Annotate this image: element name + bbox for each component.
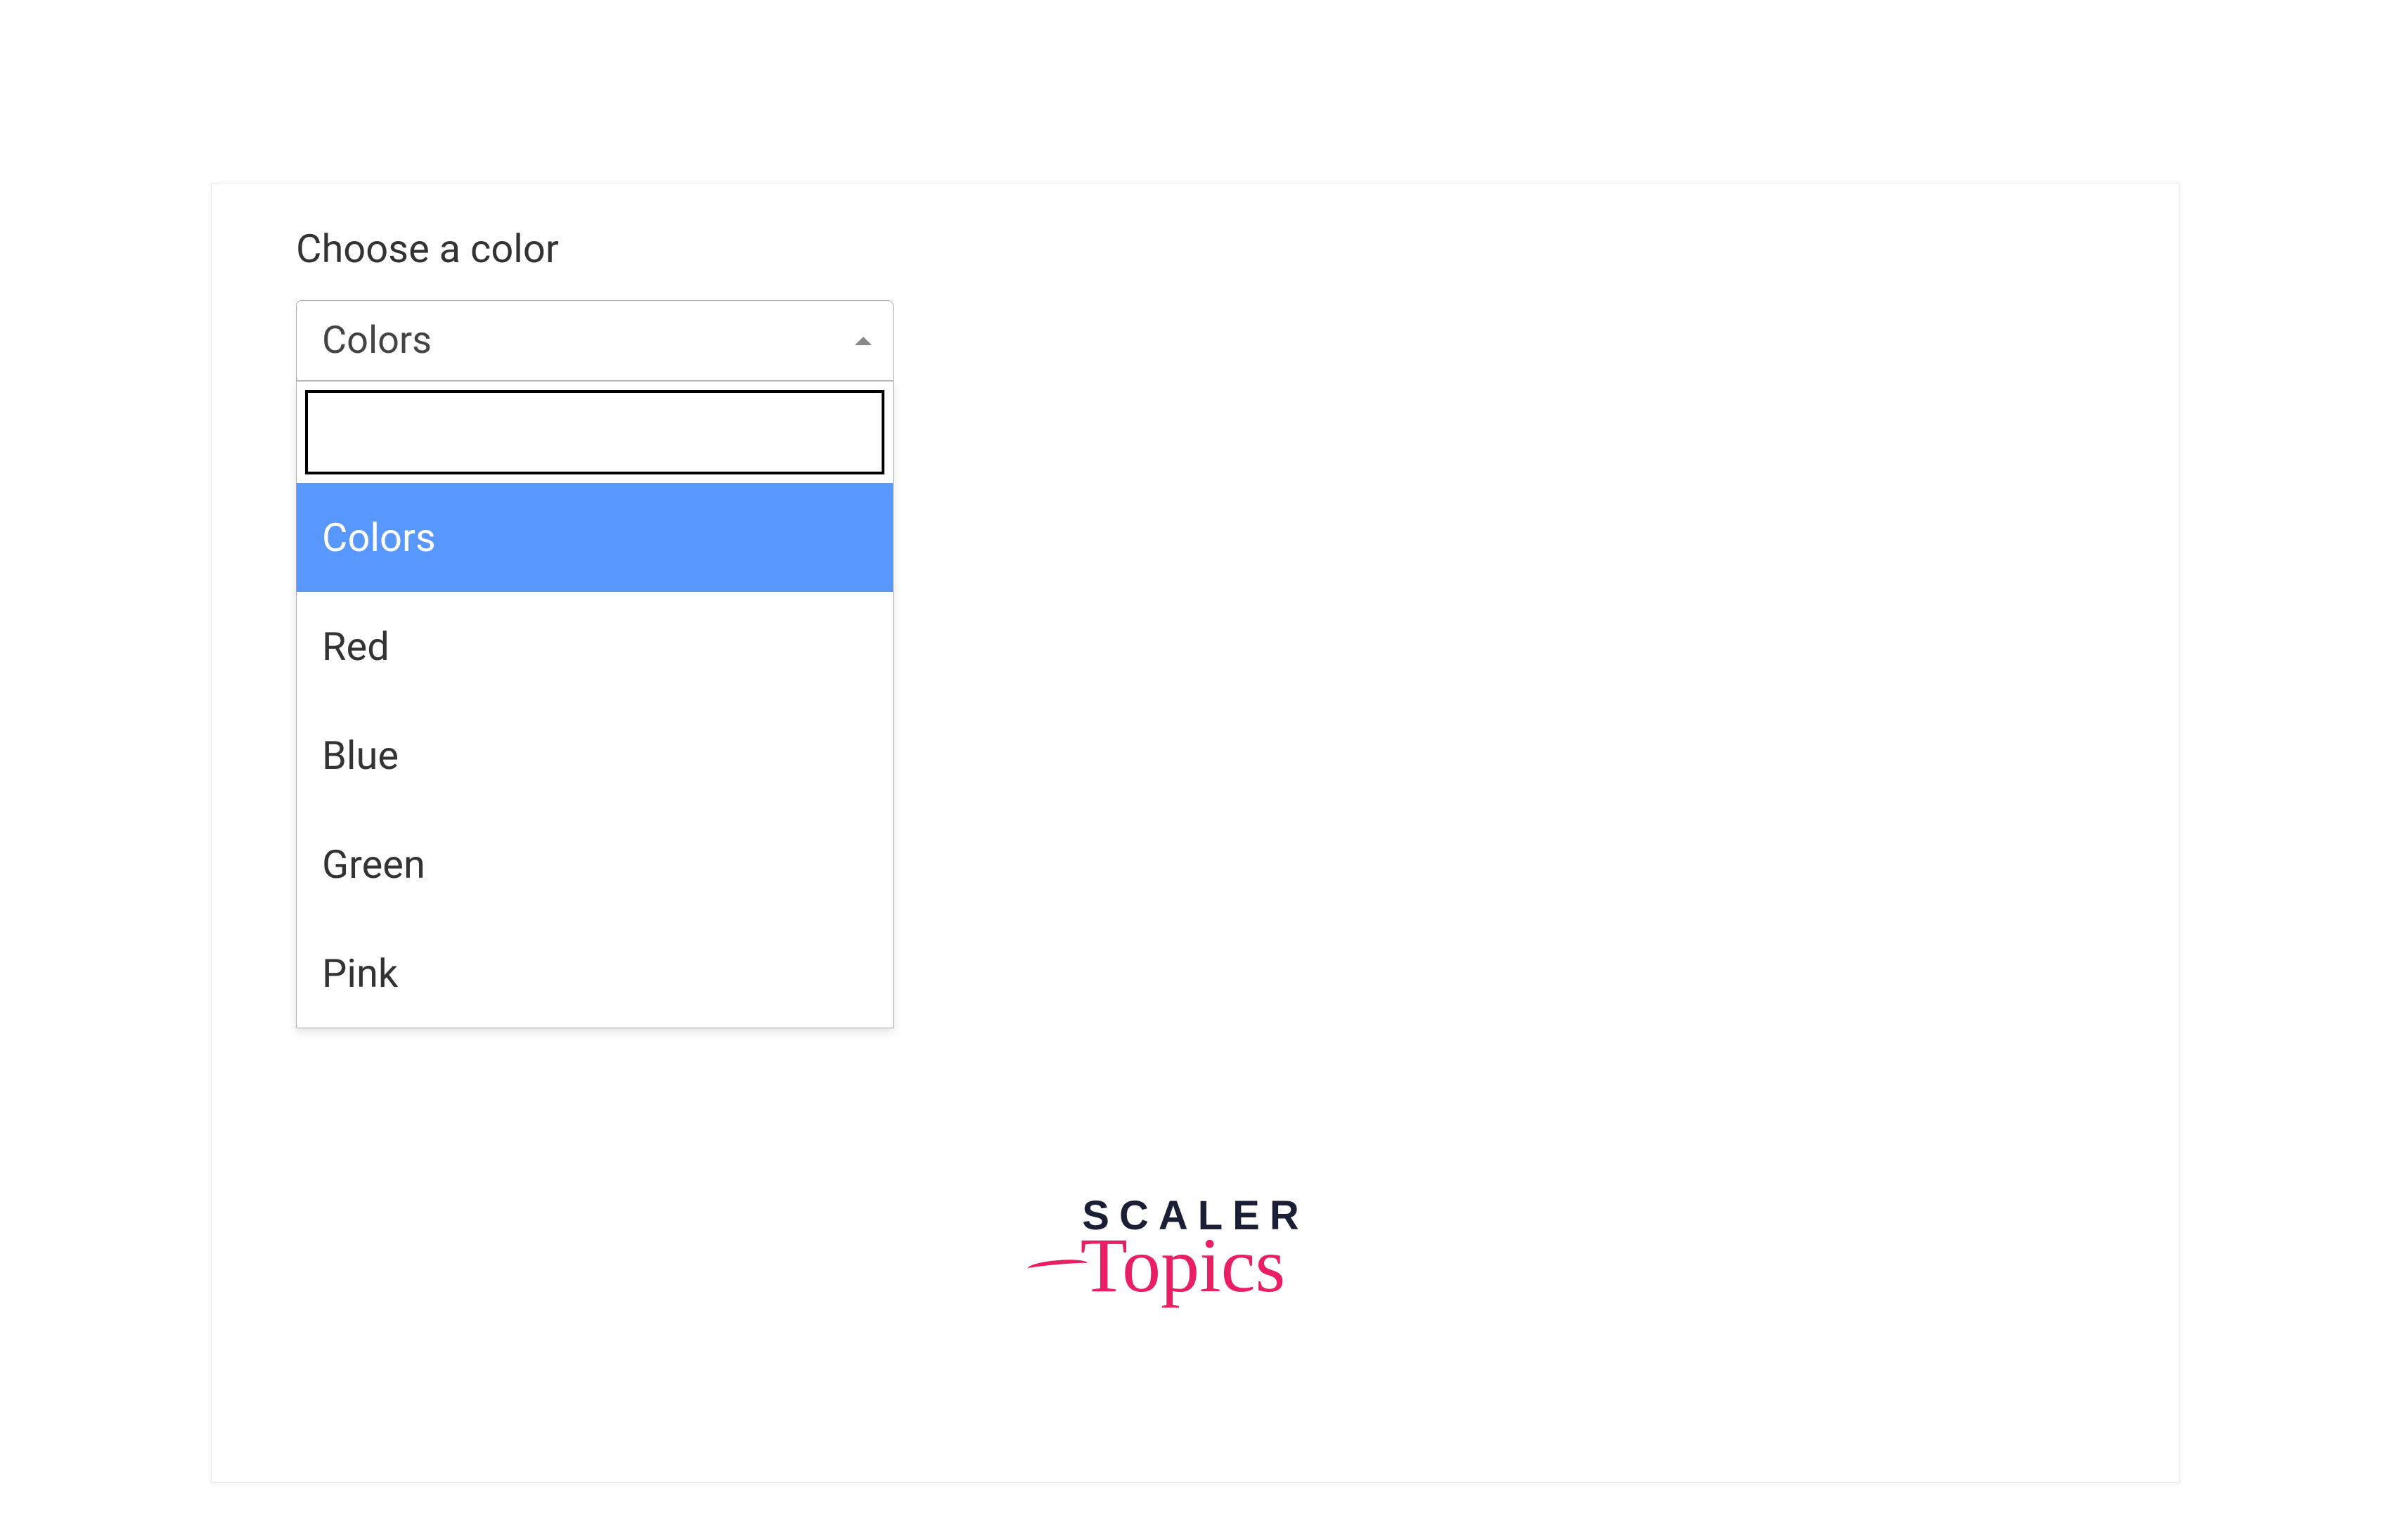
dropdown-search-input[interactable] xyxy=(305,390,884,474)
options-list: Colors Red Blue Green Pink xyxy=(297,483,893,1028)
option-label: Pink xyxy=(322,950,398,997)
field-label: Choose a color xyxy=(296,226,2095,272)
option-pink[interactable]: Pink xyxy=(297,919,893,1028)
color-select-container: Colors Colors Red Blue xyxy=(296,300,894,1028)
brand-logo: SCALER Topics xyxy=(1082,1196,1308,1300)
logo-text-topics: Topics xyxy=(1069,1231,1296,1300)
option-blue[interactable]: Blue xyxy=(297,701,893,810)
option-label: Blue xyxy=(322,732,399,779)
option-label: Green xyxy=(322,841,425,888)
content-panel: Choose a color Colors Colors Red xyxy=(211,183,2180,1483)
option-red[interactable]: Red xyxy=(297,592,893,701)
caret-up-icon xyxy=(855,337,872,345)
option-green[interactable]: Green xyxy=(297,810,893,919)
option-label: Colors xyxy=(322,515,436,561)
search-wrapper xyxy=(297,382,893,483)
select-selected-value: Colors xyxy=(322,318,432,363)
dropdown-panel: Colors Red Blue Green Pink xyxy=(296,381,894,1028)
option-label: Red xyxy=(322,623,389,670)
option-colors[interactable]: Colors xyxy=(297,483,893,592)
form-container: Choose a color Colors Colors Red xyxy=(212,183,2179,1070)
color-select[interactable]: Colors xyxy=(296,300,894,381)
